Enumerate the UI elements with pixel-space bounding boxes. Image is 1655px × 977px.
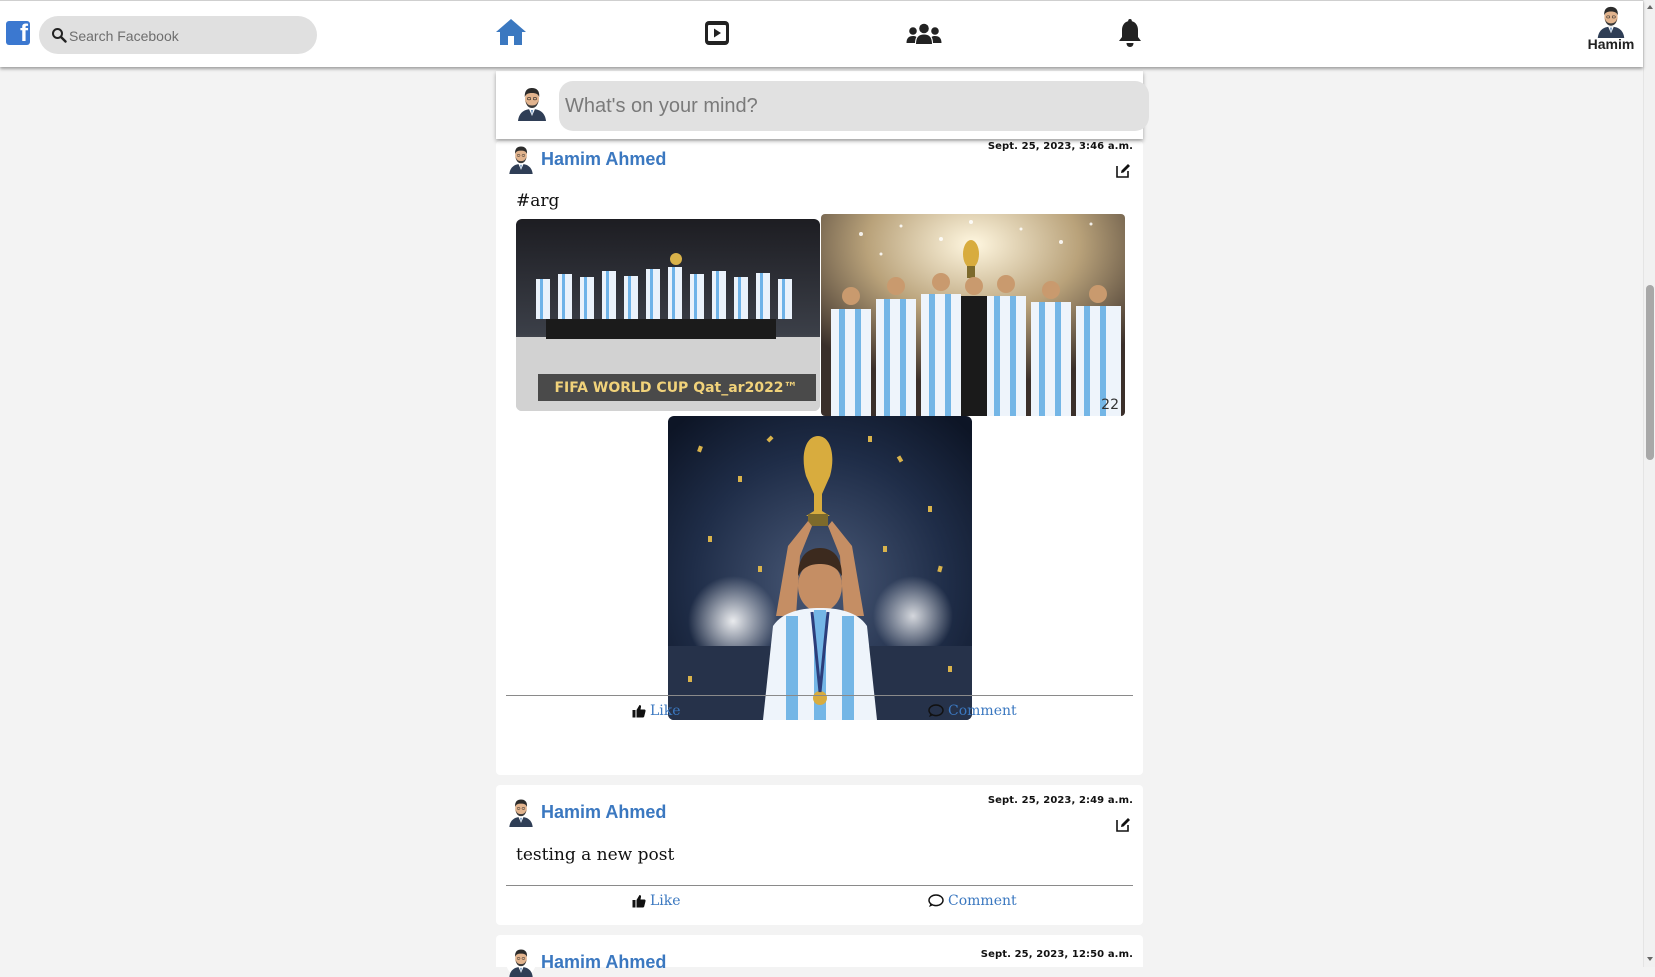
home-icon[interactable]: [494, 17, 528, 47]
post-divider: [506, 695, 1133, 696]
scroll-down-arrow-icon[interactable]: [1646, 955, 1654, 963]
like-label: Like: [650, 703, 681, 719]
facebook-logo-icon[interactable]: f: [6, 20, 30, 47]
post-actions: Like Comment: [496, 893, 1143, 917]
like-button[interactable]: Like: [632, 893, 681, 909]
composer-input[interactable]: [559, 81, 1149, 131]
like-button[interactable]: Like: [632, 703, 681, 719]
post-actions: Like Comment: [496, 703, 1143, 727]
post-photo[interactable]: 22: [821, 214, 1125, 416]
trophy-celebration-image: 22: [821, 214, 1125, 416]
bell-icon[interactable]: [1117, 19, 1143, 49]
search-icon: [52, 28, 67, 43]
post-card: Hamim Ahmed Sept. 25, 2023, 12:50 a.m.: [496, 935, 1143, 967]
jersey-number: 22: [1101, 397, 1119, 413]
profile-name: Hamim: [1587, 36, 1635, 52]
post-photo[interactable]: FIFA WORLD CUP Qat_ar2022™: [516, 219, 820, 411]
post-author-link[interactable]: Hamim Ahmed: [541, 802, 666, 823]
post-author-link[interactable]: Hamim Ahmed: [541, 149, 666, 170]
thumbs-up-icon: [632, 895, 646, 908]
comment-bubble-icon: [928, 894, 944, 907]
profile-menu[interactable]: Hamim: [1585, 4, 1637, 52]
post-divider: [506, 885, 1133, 886]
post-photo[interactable]: [668, 416, 972, 720]
comment-button[interactable]: Comment: [928, 703, 1017, 719]
page-scrollbar[interactable]: [1643, 0, 1655, 967]
post-timestamp: Sept. 25, 2023, 2:49 a.m.: [987, 795, 1133, 806]
post-author-link[interactable]: Hamim Ahmed: [541, 952, 666, 973]
post-card: Hamim Ahmed Sept. 25, 2023, 3:46 a.m. #a…: [496, 141, 1143, 775]
comment-label: Comment: [948, 703, 1017, 719]
thumbs-up-icon: [632, 705, 646, 718]
comment-bubble-icon: [928, 704, 944, 717]
team-celebration-image: FIFA WORLD CUP Qat_ar2022™: [516, 219, 820, 411]
author-avatar[interactable]: [506, 947, 536, 977]
like-label: Like: [650, 893, 681, 909]
scroll-up-arrow-icon[interactable]: [1646, 3, 1654, 11]
scrollbar-thumb[interactable]: [1646, 285, 1654, 460]
edit-post-icon[interactable]: [1115, 162, 1131, 178]
comment-button[interactable]: Comment: [928, 893, 1017, 909]
post-text: #arg: [516, 191, 560, 211]
edit-post-icon[interactable]: [1115, 816, 1131, 832]
post-composer: [496, 71, 1149, 139]
post-timestamp: Sept. 25, 2023, 12:50 a.m.: [980, 949, 1133, 960]
video-icon[interactable]: [704, 20, 730, 46]
photo-caption: FIFA WORLD CUP Qat_ar2022™: [554, 380, 797, 396]
avatar: [1594, 4, 1628, 38]
groups-icon[interactable]: [906, 23, 942, 45]
post-text: testing a new post: [516, 845, 675, 865]
avatar: [514, 85, 550, 121]
post-card: Hamim Ahmed Sept. 25, 2023, 2:49 a.m. te…: [496, 785, 1143, 925]
comment-label: Comment: [948, 893, 1017, 909]
player-lifting-trophy-image: [668, 416, 972, 720]
author-avatar[interactable]: [506, 144, 536, 174]
search-box[interactable]: [39, 16, 317, 56]
top-navigation-bar: f Hamim: [0, 0, 1643, 67]
post-timestamp: Sept. 25, 2023, 3:46 a.m.: [987, 141, 1133, 152]
search-input[interactable]: [67, 16, 311, 56]
facebook-logo-glyph: f: [20, 20, 28, 47]
author-avatar[interactable]: [506, 797, 536, 827]
